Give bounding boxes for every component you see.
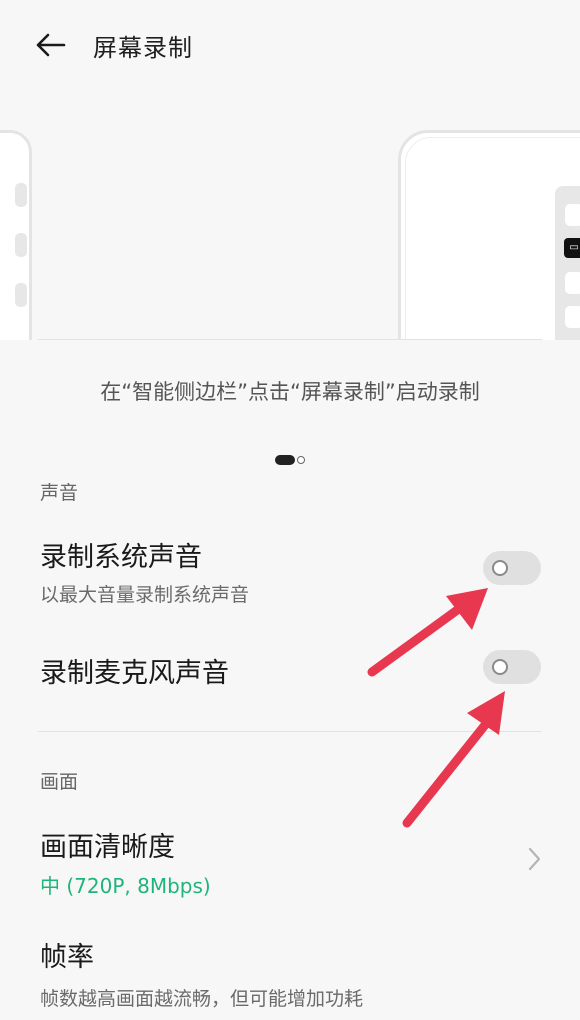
section-label-sound: 声音 bbox=[40, 482, 79, 504]
toggle-knob bbox=[492, 560, 508, 576]
resolution-chevron[interactable] bbox=[525, 845, 545, 873]
annotation-arrow-icon bbox=[402, 691, 505, 828]
divider bbox=[38, 339, 542, 340]
back-button[interactable] bbox=[30, 26, 70, 64]
smart-sidebar-preview bbox=[555, 186, 580, 340]
frame-rate-title[interactable]: 帧率 bbox=[40, 935, 94, 974]
page-title: 屏幕录制 bbox=[93, 34, 193, 62]
preview-caption: 在“智能侧边栏”点击“屏幕录制”启动录制 bbox=[100, 380, 480, 404]
annotation-arrow-icon bbox=[367, 588, 488, 677]
resolution-value: 中 (720P, 8Mbps) bbox=[40, 874, 211, 898]
toggle-knob bbox=[492, 659, 508, 675]
system-audio-toggle[interactable] bbox=[483, 551, 541, 585]
page-indicator bbox=[275, 455, 307, 465]
divider bbox=[38, 731, 542, 732]
frame-rate-subtitle: 帧数越高画面越流畅，但可能增加功耗 bbox=[40, 988, 364, 1010]
system-audio-subtitle: 以最大音量录制系统声音 bbox=[40, 584, 250, 606]
system-audio-title: 录制系统声音 bbox=[40, 542, 202, 573]
app-header: 屏幕录制 bbox=[0, 0, 580, 90]
resolution-title[interactable]: 画面清晰度 bbox=[40, 825, 175, 864]
page-indicator-active bbox=[275, 455, 295, 465]
preview-phone-right bbox=[398, 130, 580, 340]
mic-audio-toggle[interactable] bbox=[483, 650, 541, 684]
chevron-right-icon bbox=[528, 847, 541, 871]
section-label-video: 画面 bbox=[40, 771, 79, 793]
arrow-left-icon bbox=[36, 33, 66, 57]
mic-audio-title: 录制麦克风声音 bbox=[40, 658, 229, 689]
preview-phone-left bbox=[0, 130, 32, 340]
screen-record-icon: ▭ bbox=[564, 238, 580, 258]
preview-carousel[interactable]: ▭ bbox=[0, 120, 580, 340]
page-indicator-dot bbox=[297, 456, 305, 464]
